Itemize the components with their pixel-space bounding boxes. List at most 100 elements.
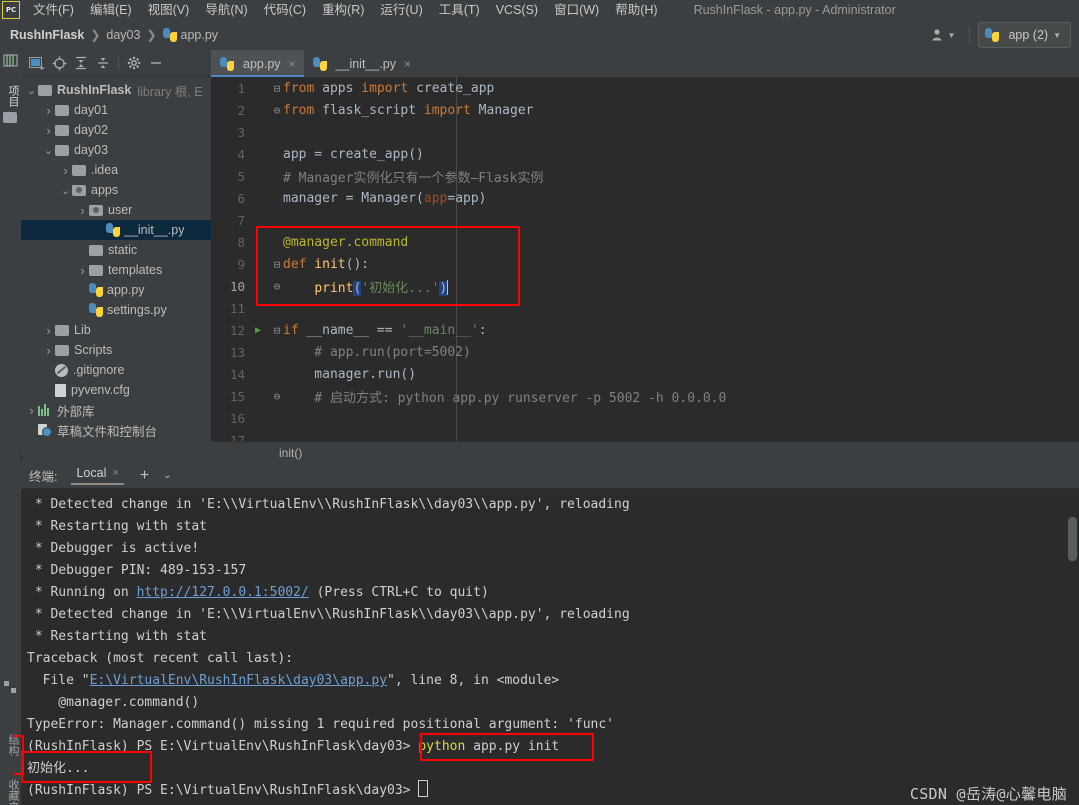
code-line[interactable]: 13 # app.run(port=5002) xyxy=(211,341,1079,363)
code-line[interactable]: 12 ▶ ⊟ if __name__ == '__main__': xyxy=(211,319,1079,341)
chevron-right-icon[interactable]: › xyxy=(42,103,55,118)
code-line[interactable]: 4 app = create_app() xyxy=(211,143,1079,165)
expand-all-icon[interactable] xyxy=(71,53,91,73)
sidebar-tab-favorites[interactable]: 收藏夹 xyxy=(0,765,21,805)
tree-node-user[interactable]: › user xyxy=(21,200,211,220)
tree-node-label: .idea xyxy=(91,163,119,177)
terminal-output[interactable]: * Detected change in 'E:\\VirtualEnv\\Ru… xyxy=(21,489,1079,805)
scroll-from-source-icon[interactable] xyxy=(49,53,69,73)
code-fold-icon[interactable]: ⊟ xyxy=(271,259,283,270)
breadcrumb-file[interactable]: app.py xyxy=(181,28,219,42)
code-fold-icon[interactable]: ⊖ xyxy=(271,281,283,292)
tree-node-RushInFlask[interactable]: ⌄ RushInFlask library 根, E xyxy=(21,80,211,100)
tree-node-__init__.py[interactable]: __init__.py xyxy=(21,220,211,240)
tree-node-app.py[interactable]: app.py xyxy=(21,280,211,300)
code-line[interactable]: 6 manager = Manager(app=app) xyxy=(211,187,1079,209)
terminal-link[interactable]: E:\VirtualEnv\RushInFlask\day03\app.py xyxy=(90,673,387,688)
tree-node-day03[interactable]: ⌄ day03 xyxy=(21,140,211,160)
close-icon[interactable]: × xyxy=(289,57,296,71)
tree-node-Lib[interactable]: › Lib xyxy=(21,320,211,340)
menu-edit[interactable]: 编辑(E) xyxy=(82,0,140,20)
select-opened-file-icon[interactable] xyxy=(27,53,47,73)
menu-vcs[interactable]: VCS(S) xyxy=(488,0,546,20)
sidebar-tab-structure[interactable]: 结构 xyxy=(0,722,21,768)
tree-node-Scripts[interactable]: › Scripts xyxy=(21,340,211,360)
code-fold-icon[interactable]: ⊟ xyxy=(271,83,283,94)
code-line[interactable]: 3 xyxy=(211,121,1079,143)
terminal-header: 终端: Local × + ⌄ xyxy=(21,463,1079,489)
chevron-down-icon[interactable]: ⌄ xyxy=(59,184,72,197)
tree-node-label: pyvenv.cfg xyxy=(71,383,130,397)
tree-node-settings.py[interactable]: settings.py xyxy=(21,300,211,320)
menu-help[interactable]: 帮助(H) xyxy=(607,0,665,20)
terminal-scrollbar[interactable] xyxy=(1068,517,1077,561)
editor-tab-app-py[interactable]: app.py × xyxy=(211,50,304,77)
chevron-right-icon[interactable]: › xyxy=(59,163,72,178)
code-line[interactable]: 1 ⊟ from apps import create_app xyxy=(211,77,1079,99)
close-icon[interactable]: × xyxy=(404,57,411,71)
code-fold-icon[interactable]: ⊖ xyxy=(271,105,283,116)
tree-node-day02[interactable]: › day02 xyxy=(21,120,211,140)
code-line[interactable]: 14 manager.run() xyxy=(211,363,1079,385)
chevron-right-icon[interactable]: › xyxy=(42,343,55,358)
menu-view[interactable]: 视图(V) xyxy=(140,0,198,20)
folder-icon xyxy=(55,344,69,356)
menu-window[interactable]: 窗口(W) xyxy=(546,0,607,20)
chevron-down-icon[interactable]: ⌄ xyxy=(42,144,55,157)
menu-file[interactable]: 文件(F) xyxy=(25,0,82,20)
tree-node-day01[interactable]: › day01 xyxy=(21,100,211,120)
code-line[interactable]: 8 @manager.command xyxy=(211,231,1079,253)
close-icon[interactable]: × xyxy=(112,467,118,479)
chevron-down-icon[interactable]: ⌄ xyxy=(25,84,38,97)
menu-run[interactable]: 运行(U) xyxy=(372,0,430,20)
code-fold-icon[interactable]: ⊟ xyxy=(271,325,283,336)
chevron-right-icon[interactable]: › xyxy=(76,203,89,218)
code-line[interactable]: 5 # Manager实例化只有一个参数—Flask实例 xyxy=(211,165,1079,187)
code-line[interactable]: 11 xyxy=(211,297,1079,319)
hide-panel-icon[interactable] xyxy=(146,53,166,73)
code-line[interactable]: 9 ⊟ def init(): xyxy=(211,253,1079,275)
code-line[interactable]: 15 ⊖ # 启动方式: python app.py runserver -p 5… xyxy=(211,385,1079,407)
tree-node-.idea[interactable]: › .idea xyxy=(21,160,211,180)
menu-tools[interactable]: 工具(T) xyxy=(431,0,488,20)
terminal-link[interactable]: http://127.0.0.1:5002/ xyxy=(137,585,309,600)
person-dropdown-button[interactable]: ▼ xyxy=(925,26,962,44)
tree-node-[interactable]: 草稿文件和控制台 xyxy=(21,420,211,440)
folder-icon xyxy=(89,244,103,256)
run-configuration-selector[interactable]: app (2) ▼ xyxy=(978,22,1071,48)
breadcrumb-symbol[interactable]: init() xyxy=(279,446,302,460)
chevron-down-icon[interactable]: ⌄ xyxy=(163,470,171,481)
run-gutter-icon[interactable]: ▶ xyxy=(245,325,271,336)
line-number: 13 xyxy=(229,344,245,360)
terminal-tab-local[interactable]: Local × xyxy=(71,466,124,485)
chevron-right-icon[interactable]: › xyxy=(25,403,38,418)
code-editor[interactable]: 1 ⊟ from apps import create_app 2 ⊖ from flas… xyxy=(211,77,1079,454)
menu-navigate[interactable]: 导航(N) xyxy=(197,0,255,20)
code-line[interactable]: 7 xyxy=(211,209,1079,231)
tree-node-static[interactable]: static xyxy=(21,240,211,260)
tree-node-.gitignore[interactable]: .gitignore xyxy=(21,360,211,380)
watermark-text: CSDN @岳涛@心馨电脑 xyxy=(909,785,1067,803)
breadcrumb-project[interactable]: RushInFlask xyxy=(10,28,84,42)
new-terminal-button[interactable]: + xyxy=(140,467,149,484)
project-stripe-icon xyxy=(3,54,18,69)
chevron-right-icon[interactable]: › xyxy=(76,263,89,278)
breadcrumb-folder[interactable]: day03 xyxy=(106,28,140,42)
chevron-right-icon[interactable]: › xyxy=(42,123,55,138)
tree-node-pyvenv.cfg[interactable]: pyvenv.cfg xyxy=(21,380,211,400)
line-number: 16 xyxy=(229,410,245,426)
menu-code[interactable]: 代码(C) xyxy=(256,0,314,20)
chevron-right-icon[interactable]: › xyxy=(42,323,55,338)
code-fold-icon[interactable]: ⊖ xyxy=(271,391,283,402)
tree-node-apps[interactable]: ⌄ apps xyxy=(21,180,211,200)
code-line[interactable]: 2 ⊖ from flask_script import Manager xyxy=(211,99,1079,121)
tree-node-label: settings.py xyxy=(107,303,167,317)
code-line[interactable]: 16 xyxy=(211,407,1079,429)
editor-tab-init-py[interactable]: __init__.py × xyxy=(304,50,419,77)
tree-node-[interactable]: › 外部库 xyxy=(21,400,211,420)
tree-node-templates[interactable]: › templates xyxy=(21,260,211,280)
code-line[interactable]: 10 ⊖ print('初始化...') xyxy=(211,275,1079,297)
menu-refactor[interactable]: 重构(R) xyxy=(314,0,372,20)
settings-gear-icon[interactable] xyxy=(124,53,144,73)
collapse-all-icon[interactable] xyxy=(93,53,113,73)
